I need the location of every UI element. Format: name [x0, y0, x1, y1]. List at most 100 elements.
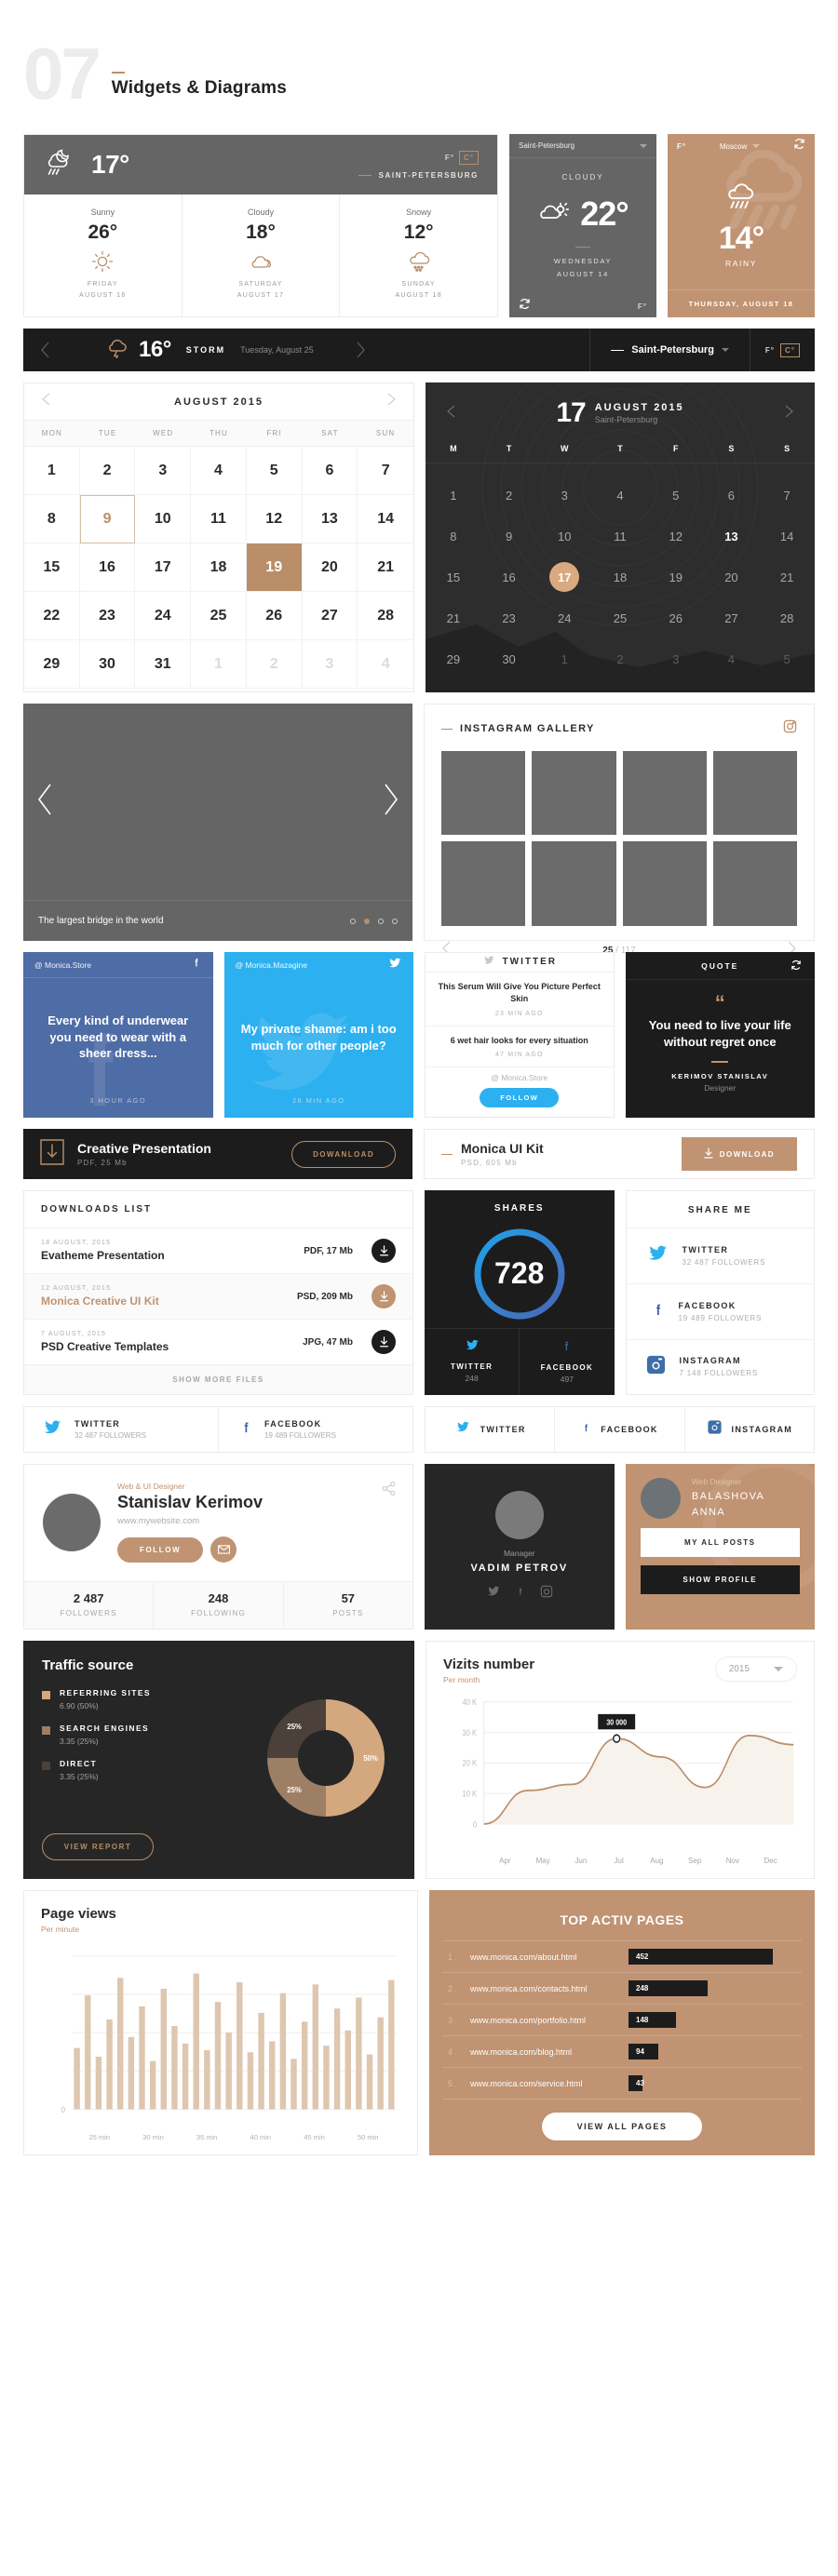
view-report-button[interactable]: VIEW REPORT [42, 1833, 154, 1861]
weather-brown-unit-button[interactable]: F° [677, 142, 686, 151]
show-more-files-button[interactable]: SHOW MORE FILES [24, 1365, 412, 1395]
calendar-day[interactable]: 10 [536, 516, 592, 557]
page-views-bar[interactable] [333, 2008, 341, 2110]
calendar-day[interactable]: 18 [191, 543, 247, 593]
page-views-bar[interactable] [139, 2006, 145, 2110]
download-button[interactable] [372, 1330, 396, 1355]
calendar-day[interactable]: 14 [358, 495, 413, 544]
forecast-day[interactable]: Sunny 26° FRIDAY AUGUST 16 [24, 195, 182, 317]
calendar-day[interactable]: 8 [426, 516, 481, 557]
top-page-row[interactable]: 1 . www.monica.com/about.html 452 [442, 1940, 802, 1972]
page-views-bar[interactable] [204, 2050, 210, 2110]
calendar-day[interactable]: 23 [481, 597, 537, 638]
page-views-bar[interactable] [193, 1973, 199, 2110]
calendar-day[interactable]: 7 [358, 447, 413, 496]
storm-unit-c-button[interactable]: C° [780, 342, 800, 357]
calendar-day[interactable]: 5 [246, 447, 303, 496]
calendar-day[interactable]: 23 [79, 592, 136, 641]
weather-brown-city-select[interactable]: Moscow [720, 142, 761, 151]
download-row[interactable]: 12 AUGUST, 2015 Monica Creative UI Kit PSD… [24, 1274, 412, 1321]
calendar-day[interactable]: 26 [648, 597, 704, 638]
calendar-day[interactable]: 25 [592, 597, 648, 638]
gallery-thumb[interactable] [622, 751, 707, 836]
refresh-icon[interactable] [791, 959, 802, 973]
calendar-prev-icon[interactable] [446, 405, 456, 423]
refresh-icon[interactable] [519, 298, 531, 315]
strip-item-twitter[interactable]: TWITTER [426, 1407, 556, 1453]
strip-item-facebook[interactable]: FACEBOOK 19 489 FOLLOWERS [219, 1407, 412, 1452]
top-page-row[interactable]: 4 . www.monica.com/blog.html 94 [442, 2035, 802, 2067]
page-views-bar[interactable] [214, 2002, 222, 2110]
share-me-row-instagram[interactable]: INSTAGRAM 7 148 FOLLOWERS [627, 1340, 815, 1395]
calendar-day[interactable]: 5 [759, 638, 815, 679]
calendar-day[interactable]: 17 [135, 543, 192, 593]
calendar-day[interactable]: 6 [302, 447, 358, 496]
gallery-thumb[interactable] [712, 751, 797, 836]
gallery-thumb[interactable] [441, 751, 526, 836]
calendar-day[interactable]: 4 [358, 640, 413, 690]
calendar-day[interactable]: 13 [302, 495, 358, 544]
page-views-bar[interactable] [74, 2047, 80, 2110]
weather-gray-city-select[interactable]: Saint-Petersburg [509, 134, 656, 159]
calendar-day[interactable]: 27 [302, 592, 358, 641]
calendar-day[interactable]: 11 [191, 495, 247, 544]
calendar-day[interactable]: 17 [536, 557, 592, 597]
download-row[interactable]: 7 AUGUST, 2015 PSD Creative Templates JPG,… [24, 1320, 412, 1366]
calendar-day[interactable]: 3 [536, 475, 592, 516]
page-views-bar[interactable] [258, 2013, 264, 2110]
calendar-day[interactable]: 7 [759, 475, 815, 516]
top-page-row[interactable]: 2 . www.monica.com/contacts.html 248 [442, 1972, 802, 2004]
page-views-bar[interactable] [291, 2059, 297, 2110]
page-views-bar[interactable] [128, 2036, 135, 2110]
view-all-pages-button[interactable]: VIEW ALL PAGES [541, 2113, 703, 2141]
calendar-day[interactable]: 12 [246, 495, 303, 544]
tweet-item[interactable]: 6 wet hair looks for every situation 47 … [426, 1026, 614, 1068]
gallery-thumb[interactable] [441, 841, 526, 926]
download-button[interactable] [372, 1284, 396, 1309]
calendar-day[interactable]: 29 [426, 638, 481, 679]
calendar-day[interactable]: 19 [246, 543, 303, 593]
calendar-day[interactable]: 21 [426, 597, 481, 638]
slider-dot[interactable] [350, 918, 356, 924]
page-views-bar[interactable] [323, 2046, 330, 2110]
calendar-day[interactable]: 21 [358, 543, 413, 593]
download-light-button[interactable]: DOWNLOAD [681, 1137, 797, 1172]
calendar-day[interactable]: 28 [358, 592, 413, 641]
forecast-day[interactable]: Cloudy 18° SATURDAY AUGUST 17 [182, 195, 341, 317]
calendar-day[interactable]: 4 [592, 475, 648, 516]
calendar-day[interactable]: 22 [24, 592, 80, 641]
download-button[interactable] [372, 1239, 396, 1264]
profile-site[interactable]: www.mywebsite.com [117, 1516, 263, 1526]
calendar-day[interactable]: 10 [135, 495, 192, 544]
calendar-next-icon[interactable] [784, 405, 794, 423]
calendar-day[interactable]: 4 [191, 447, 247, 496]
twitter-follow-button[interactable]: FOLLOW [480, 1088, 560, 1108]
page-views-bar[interactable] [106, 2019, 113, 2110]
facebook-icon[interactable] [191, 955, 202, 974]
calendar-day[interactable]: 19 [648, 557, 704, 597]
share-icon[interactable] [382, 1482, 396, 1500]
calendar-day[interactable]: 30 [481, 638, 537, 679]
page-views-bar[interactable] [269, 2041, 276, 2110]
weather-gray-unit-button[interactable]: F° [638, 302, 647, 311]
calendar-day[interactable]: 24 [536, 597, 592, 638]
unit-fahrenheit-button[interactable]: F° [445, 154, 454, 162]
refresh-icon[interactable] [793, 138, 805, 154]
calendar-day[interactable]: 9 [79, 495, 136, 544]
gallery-thumb[interactable] [532, 751, 616, 836]
calendar-day[interactable]: 2 [79, 447, 136, 496]
download-dark-button[interactable]: DOWANLOAD [291, 1140, 396, 1168]
calendar-day[interactable]: 5 [648, 475, 704, 516]
share-me-row-twitter[interactable]: TWITTER 32 487 FOLLOWERS [626, 1228, 814, 1284]
calendar-prev-icon[interactable] [41, 393, 51, 410]
gallery-thumb[interactable] [532, 841, 616, 926]
slider-dot[interactable] [378, 918, 384, 924]
page-views-bar[interactable] [160, 1989, 167, 2110]
calendar-day[interactable]: 20 [704, 557, 760, 597]
page-views-bar[interactable] [345, 2030, 351, 2110]
shares-col-facebook[interactable]: FACEBOOK 497 [520, 1329, 614, 1395]
instagram-icon[interactable] [783, 719, 797, 738]
page-views-bar[interactable] [225, 2033, 232, 2110]
forecast-day[interactable]: Snowy 12° SUNDAY AUGUST 18 [340, 195, 497, 316]
calendar-day[interactable]: 1 [24, 447, 80, 496]
